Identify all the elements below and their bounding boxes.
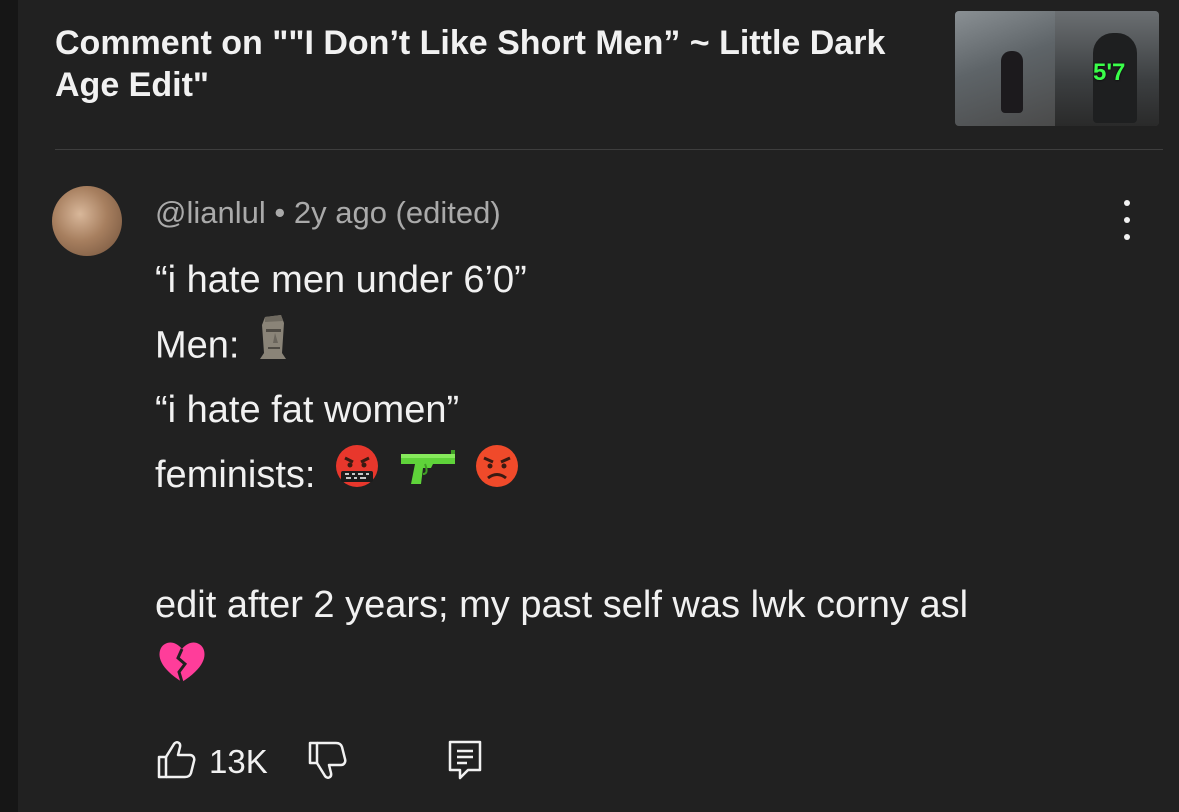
thumbs-up-icon: [155, 739, 197, 786]
comment-line-feminists: feminists:: [155, 443, 1145, 508]
cursing-face-icon: [332, 443, 382, 510]
dislike-button[interactable]: [306, 739, 348, 786]
page-title: Comment on ""I Don’t Like Short Men” ~ L…: [55, 24, 886, 104]
comment-actions: 13K: [155, 738, 484, 786]
video-thumbnail[interactable]: 5'7: [955, 11, 1159, 126]
divider: [55, 149, 1163, 150]
left-edge: [0, 0, 18, 812]
reply-button[interactable]: [446, 738, 484, 787]
meta-separator: •: [274, 195, 286, 230]
reply-icon: [446, 738, 484, 787]
moai-icon: [256, 313, 290, 382]
thumbnail-label: 5'7: [1093, 59, 1126, 86]
kebab-dot: [1124, 234, 1130, 240]
avatar[interactable]: [52, 186, 122, 256]
more-options-icon[interactable]: [1112, 200, 1142, 240]
like-button[interactable]: 13K: [155, 739, 268, 786]
kebab-dot: [1124, 200, 1130, 206]
comment-body: “i hate men under 6’0” Men: “i hate fat …: [155, 248, 1145, 703]
comment-line: “i hate men under 6’0”: [155, 259, 527, 301]
comment-line-text: Men:: [155, 324, 240, 367]
comment-age: 2y ago (edited): [293, 195, 501, 230]
angry-face-icon: [473, 443, 521, 510]
comment-line-blank: [155, 508, 1145, 573]
comment-meta: @lianlul • 2y ago (edited): [155, 195, 501, 231]
thumbnail-figure: [1001, 51, 1023, 113]
broken-heart-icon: [155, 638, 209, 707]
author-handle[interactable]: @lianlul: [155, 195, 266, 230]
comment-line: edit after 2 years; my past self was lwk…: [155, 584, 969, 626]
comment-line-emoji: [155, 638, 1145, 703]
like-count: 13K: [209, 743, 268, 780]
water-pistol-icon: [399, 444, 457, 509]
comment-line-text: feminists:: [155, 454, 316, 496]
comment-line: “i hate fat women”: [155, 389, 460, 431]
thumbs-down-icon: [306, 739, 348, 786]
comment-line-men: Men:: [155, 313, 1145, 378]
kebab-dot: [1124, 217, 1130, 223]
